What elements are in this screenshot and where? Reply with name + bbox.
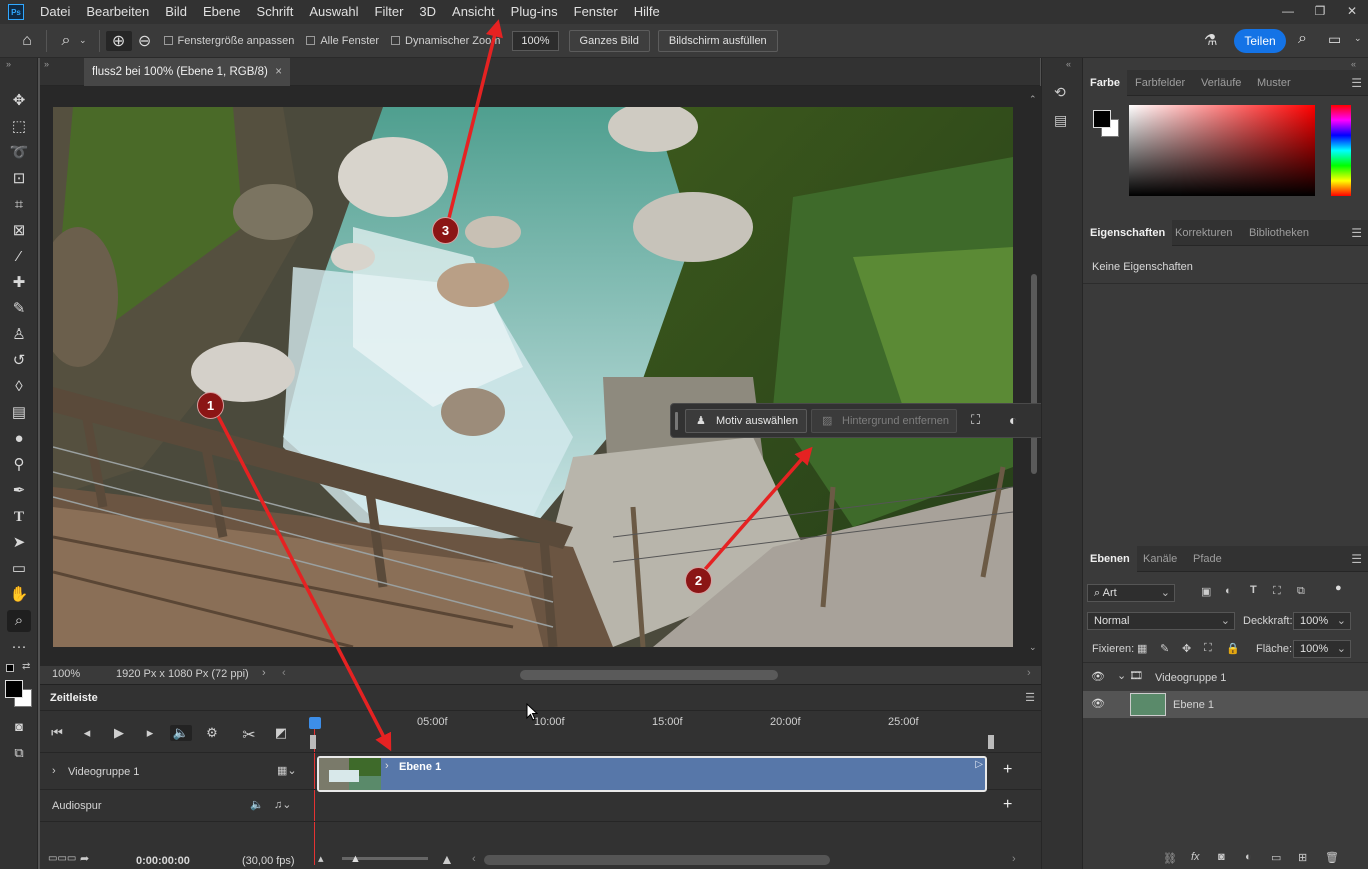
foreground-color-swatch[interactable] — [5, 680, 23, 698]
annotation-arrow — [214, 411, 392, 752]
annotation-marker-1: 1 — [197, 392, 224, 419]
mouse-cursor-icon — [526, 703, 538, 721]
annotation-overlay — [214, 19, 813, 752]
annotation-arrow — [446, 19, 503, 223]
annotation-marker-2: 2 — [685, 567, 712, 594]
annotation-arrow — [698, 446, 813, 577]
annotation-marker-3: 3 — [432, 217, 459, 244]
foreground-color-swatch[interactable] — [1093, 110, 1111, 128]
